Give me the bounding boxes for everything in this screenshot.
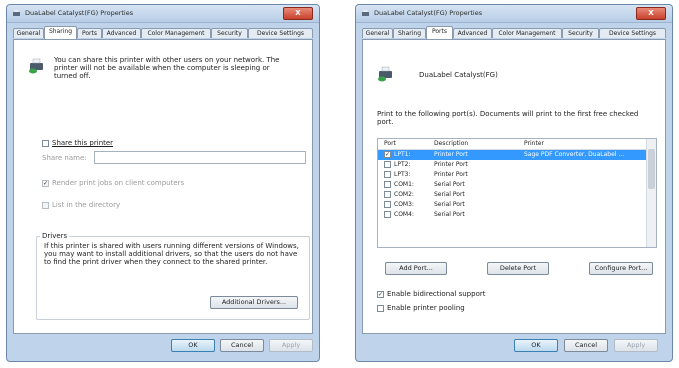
tab-ports[interactable]: Ports [77,28,102,38]
sharing-info-text: You can share this printer with other us… [54,56,280,80]
port-description: Serial Port [434,201,465,208]
window-title: DuaLabel Catalyst(FG) Properties [25,9,134,17]
port-checkbox[interactable] [384,211,391,218]
port-description: Serial Port [434,181,465,188]
tab-ports[interactable]: Ports [426,26,453,39]
tab-device-settings[interactable]: Device Settings [599,28,666,38]
apply-button[interactable]: Apply [614,339,658,352]
close-button[interactable]: X [636,7,666,20]
ports-scrollbar[interactable] [646,139,656,247]
tab-sharing[interactable]: Sharing [393,28,426,38]
port-row[interactable]: LPT2: Printer Port [378,160,647,170]
tab-general[interactable]: General [362,28,393,38]
render-client-label: Render print jobs on client computers [52,179,185,187]
column-port[interactable]: Port [384,140,396,147]
ports-list-header: Port Description Printer [378,139,647,150]
tab-advanced[interactable]: Advanced [102,28,141,38]
printer-icon [378,66,392,82]
port-checkbox[interactable] [384,201,391,208]
printer-pooling-checkbox[interactable] [377,305,384,312]
port-description: Serial Port [434,211,465,218]
port-row[interactable]: COM4: Serial Port [378,210,647,220]
configure-port-button[interactable]: Configure Port... [589,262,653,275]
close-button[interactable]: X [283,7,313,20]
window-title: DuaLabel Catalyst(FG) Properties [374,9,483,17]
port-row[interactable]: COM2: Serial Port [378,190,647,200]
bidirectional-checkbox[interactable]: ✓ [377,291,384,298]
render-client-checkbox[interactable]: ✓ [42,180,49,187]
share-printer-label: Share this printer [52,139,114,147]
tab-strip: General Sharing Ports Advanced Color Man… [13,26,313,39]
properties-dialog-sharing: DuaLabel Catalyst(FG) Properties X Gener… [6,4,320,362]
tab-sharing[interactable]: Sharing [44,26,77,39]
tab-general[interactable]: General [13,28,44,38]
port-checkbox[interactable] [384,171,391,178]
column-description[interactable]: Description [434,140,468,147]
printer-pooling-label: Enable printer pooling [387,304,465,312]
ports-instructions: Print to the following port(s). Document… [377,110,639,126]
ports-list[interactable]: Port Description Printer ✓ LPT1: Printer P… [377,138,657,248]
port-name: LPT2: [394,161,411,168]
drivers-description: If this printer is shared with users run… [44,242,299,266]
drivers-group-title: Drivers [40,232,70,240]
share-name-input[interactable] [94,151,306,164]
tab-security[interactable]: Security [211,28,248,38]
tab-device-settings[interactable]: Device Settings [248,28,313,38]
tab-security[interactable]: Security [562,28,599,38]
port-description: Printer Port [434,171,468,178]
shared-printer-icon [29,58,43,74]
share-name-label: Share name: [42,154,87,162]
port-description: Printer Port [434,161,468,168]
port-name: COM1: [394,181,414,188]
cancel-button[interactable]: Cancel [564,339,608,352]
port-checkbox[interactable]: ✓ [384,151,391,158]
port-name: COM4: [394,211,414,218]
scroll-thumb[interactable] [648,149,655,189]
port-checkbox[interactable] [384,161,391,168]
port-name: COM2: [394,191,414,198]
sharing-panel: You can share this printer with other us… [13,39,313,334]
tab-color-management[interactable]: Color Management [141,28,211,38]
apply-button[interactable]: Apply [269,339,313,352]
ok-button[interactable]: OK [514,339,558,352]
port-checkbox[interactable] [384,191,391,198]
list-directory-label: List in the directory [52,201,121,209]
printer-icon [362,10,369,16]
port-description: Serial Port [434,191,465,198]
port-name: COM3: [394,201,414,208]
port-checkbox[interactable] [384,181,391,188]
share-printer-checkbox[interactable] [42,140,49,147]
title-bar: DuaLabel Catalyst(FG) Properties X [356,5,672,23]
add-port-button[interactable]: Add Port... [385,262,447,275]
printer-icon [13,10,20,16]
title-bar: DuaLabel Catalyst(FG) Properties X [7,5,319,23]
ports-panel: DuaLabel Catalyst(FG) Print to the follo… [362,39,666,334]
port-description: Printer Port [434,151,468,158]
bidirectional-label: Enable bidirectional support [387,290,486,298]
printer-name: DuaLabel Catalyst(FG) [419,71,498,79]
port-row[interactable]: COM1: Serial Port [378,180,647,190]
ok-button[interactable]: OK [171,339,215,352]
list-directory-checkbox[interactable] [42,202,49,209]
cancel-button[interactable]: Cancel [220,339,264,352]
tab-strip: General Sharing Ports Advanced Color Man… [362,26,666,39]
properties-dialog-ports: DuaLabel Catalyst(FG) Properties X Gener… [355,4,673,362]
column-printer[interactable]: Printer [524,140,544,147]
additional-drivers-button[interactable]: Additional Drivers... [210,296,298,309]
port-printer: Sage PDF Converter, DuaLabel ... [524,151,625,158]
port-name: LPT3: [394,171,411,178]
port-row[interactable]: COM3: Serial Port [378,200,647,210]
tab-color-management[interactable]: Color Management [492,28,562,38]
port-row[interactable]: ✓ LPT1: Printer Port Sage PDF Converter, Du… [378,150,647,160]
delete-port-button[interactable]: Delete Port [487,262,549,275]
port-row[interactable]: LPT3: Printer Port [378,170,647,180]
port-name: LPT1: [394,151,411,158]
tab-advanced[interactable]: Advanced [453,28,492,38]
